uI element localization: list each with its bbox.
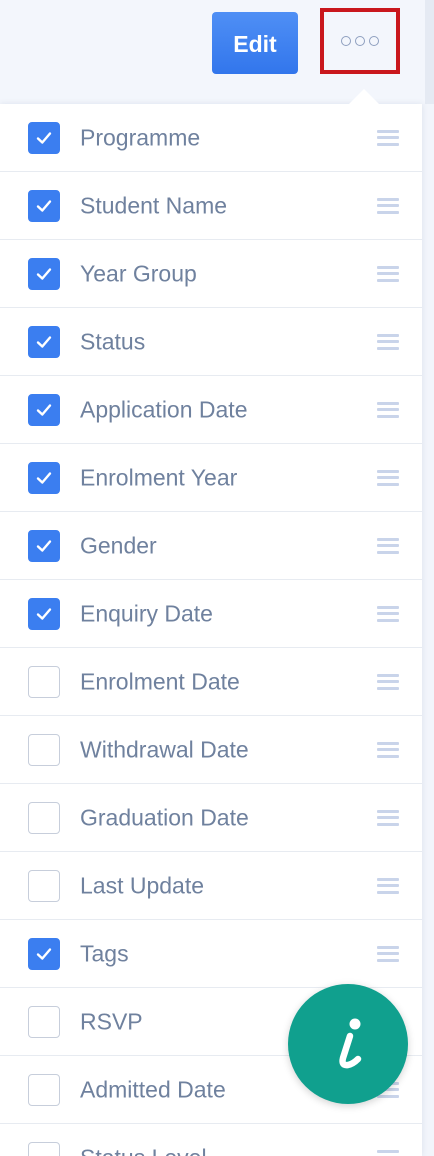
dropdown-caret [349, 89, 379, 104]
column-checkbox[interactable] [28, 597, 60, 630]
column-option-row[interactable]: Application Date [0, 376, 422, 444]
column-label: Enquiry Date [80, 600, 213, 626]
column-checkbox[interactable] [28, 121, 60, 154]
column-option-row[interactable]: Student Name [0, 172, 422, 240]
column-checkbox[interactable] [28, 869, 60, 902]
column-checkbox[interactable] [28, 801, 60, 834]
checkmark-icon [36, 403, 52, 416]
checkmark-icon [36, 335, 52, 348]
drag-handle-icon[interactable] [377, 265, 399, 283]
column-label: Graduation Date [80, 804, 249, 830]
column-option-row[interactable]: Graduation Date [0, 784, 422, 852]
column-label: Withdrawal Date [80, 736, 249, 762]
page-edge [425, 0, 434, 104]
column-label: Status [80, 328, 146, 354]
column-checkbox[interactable] [28, 1005, 60, 1038]
column-label: RSVP [80, 1008, 143, 1034]
column-option-row[interactable]: Programme [0, 104, 422, 172]
column-checkbox[interactable] [28, 393, 60, 426]
column-option-row[interactable]: Status [0, 308, 422, 376]
column-checkbox[interactable] [28, 1073, 60, 1106]
edit-button[interactable]: Edit [212, 12, 298, 74]
column-option-row[interactable]: Gender [0, 512, 422, 580]
drag-handle-icon[interactable] [377, 1149, 399, 1156]
more-options-button[interactable] [320, 8, 400, 74]
checkmark-icon [36, 471, 52, 484]
column-option-row[interactable]: Withdrawal Date [0, 716, 422, 784]
checkmark-icon [36, 199, 52, 212]
column-option-row[interactable]: Status Level [0, 1124, 422, 1156]
column-label: Last Update [80, 872, 205, 898]
column-option-row[interactable]: Tags [0, 920, 422, 988]
info-icon [339, 1018, 362, 1069]
column-option-row[interactable]: Enrolment Date [0, 648, 422, 716]
checkmark-icon [36, 607, 52, 620]
drag-handle-icon[interactable] [377, 605, 399, 623]
column-label: Tags [80, 940, 129, 966]
column-checkbox[interactable] [28, 733, 60, 766]
column-label: Application Date [80, 396, 248, 422]
checkmark-icon [36, 539, 52, 552]
column-label: Gender [80, 532, 157, 558]
drag-handle-icon[interactable] [377, 809, 399, 827]
column-checkbox[interactable] [28, 257, 60, 290]
column-option-row[interactable]: Enquiry Date [0, 580, 422, 648]
drag-handle-icon[interactable] [377, 877, 399, 895]
drag-handle-icon[interactable] [377, 537, 399, 555]
column-label: Student Name [80, 192, 228, 218]
column-checkbox[interactable] [28, 461, 60, 494]
checkmark-icon [36, 947, 52, 960]
column-checkbox[interactable] [28, 937, 60, 970]
column-option-row[interactable]: Enrolment Year [0, 444, 422, 512]
drag-handle-icon[interactable] [377, 401, 399, 419]
checkmark-icon [36, 131, 52, 144]
column-label: Enrolment Date [80, 668, 240, 694]
drag-handle-icon[interactable] [377, 741, 399, 759]
column-label: Enrolment Year [80, 464, 238, 490]
column-label: Year Group [80, 260, 197, 286]
column-label: Programme [80, 124, 201, 150]
column-checkbox[interactable] [28, 1141, 60, 1156]
drag-handle-icon[interactable] [377, 673, 399, 691]
column-checkbox[interactable] [28, 189, 60, 222]
checkmark-icon [36, 267, 52, 280]
ellipsis-icon [341, 36, 379, 46]
drag-handle-icon[interactable] [377, 469, 399, 487]
column-checkbox[interactable] [28, 529, 60, 562]
drag-handle-icon[interactable] [377, 197, 399, 215]
drag-handle-icon[interactable] [377, 945, 399, 963]
column-option-row[interactable]: Year Group [0, 240, 422, 308]
column-option-row[interactable]: Last Update [0, 852, 422, 920]
drag-handle-icon[interactable] [377, 333, 399, 351]
drag-handle-icon[interactable] [377, 129, 399, 147]
info-button[interactable] [288, 984, 408, 1104]
column-label: Status Level [80, 1144, 207, 1156]
column-label: Admitted Date [80, 1076, 226, 1102]
column-checkbox[interactable] [28, 325, 60, 358]
column-checkbox[interactable] [28, 665, 60, 698]
